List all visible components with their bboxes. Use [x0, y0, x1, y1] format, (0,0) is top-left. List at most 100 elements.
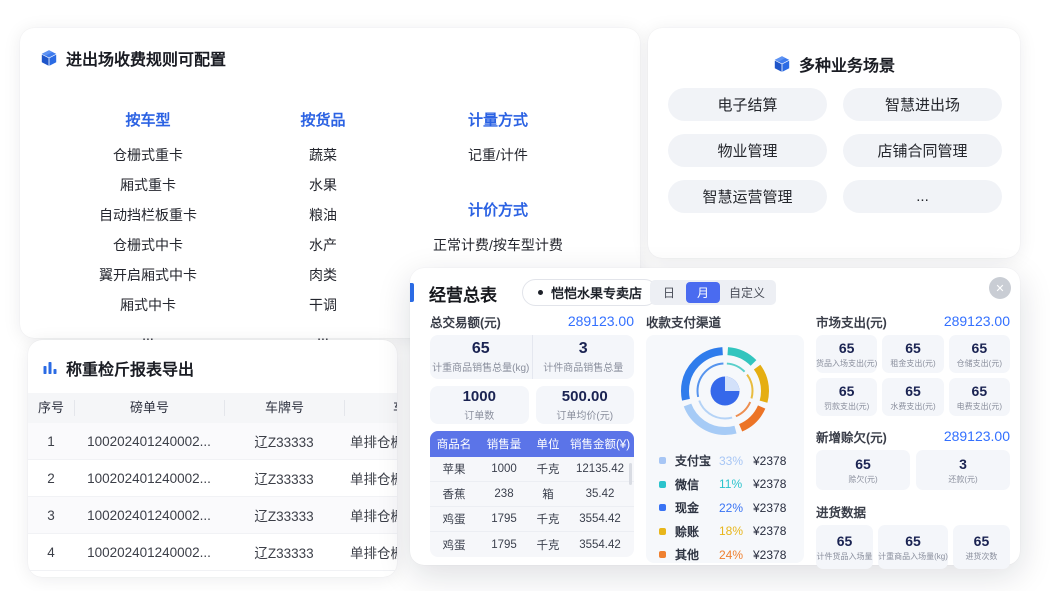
- stat-label: 计重商品销售总量(kg): [432, 359, 529, 374]
- table-row: 3 100202401240002... 辽Z33333 单排仓栅式: [28, 497, 397, 534]
- credit-value: 289123.00: [944, 428, 1010, 444]
- cell-index: 4: [28, 545, 74, 560]
- cell-product: 鸡蛋: [430, 537, 478, 553]
- bar-chart-icon: [42, 360, 58, 376]
- weighing-report-panel: 称重检斤报表导出 序号 磅单号 车牌号 车型 1 100202401240002…: [28, 340, 397, 577]
- rules-item: 干调: [258, 290, 388, 320]
- cell-unit: 千克: [530, 511, 566, 527]
- rules-item: 记重/计件: [406, 140, 590, 170]
- column-header: 商品名: [430, 436, 478, 452]
- weighing-report-table: 序号 磅单号 车牌号 车型 1 100202401240002... 辽Z333…: [28, 393, 397, 571]
- legend-name: 现金: [675, 499, 719, 516]
- stat-label: 计重商品入场量(kg): [878, 551, 948, 562]
- legend-name: 其他: [675, 546, 719, 563]
- stat-label: 赊欠(元): [848, 474, 877, 485]
- market-expense-cards: 65 货品入场支出(元) 65 租金支出(元) 65 仓储支出(元) 65 罚款…: [816, 335, 1010, 416]
- table-scrollbar[interactable]: [629, 463, 632, 485]
- legend-item-other: 其他 24% ¥2378: [659, 543, 791, 567]
- scenario-button-entry-exit[interactable]: 智慧进出场: [843, 88, 1002, 121]
- title-accent-bar: [410, 283, 414, 302]
- stat-label: 货品入场支出(元): [816, 358, 877, 369]
- stat-card: 65 货品入场支出(元): [816, 335, 877, 373]
- rules-column-header: 按车型: [58, 106, 238, 136]
- stat-card: 65 计件货品入场量: [816, 525, 873, 569]
- rules-item: 厢式重卡: [58, 170, 238, 200]
- legend-item-wechat: 微信 11% ¥2378: [659, 473, 791, 497]
- legend-marker: [659, 551, 666, 558]
- summary-title: 经营总表: [429, 281, 497, 306]
- cell-unit: 千克: [530, 537, 566, 553]
- cube-icon: [773, 55, 791, 73]
- store-selector[interactable]: 恺恺水果专卖店: [522, 279, 658, 306]
- legend-amount: ¥2378: [753, 477, 786, 491]
- table-row: 1 100202401240002... 辽Z33333 单排仓栅式: [28, 423, 397, 460]
- payment-donut-chart: [646, 338, 804, 444]
- stat-card: 65 租金支出(元): [882, 335, 943, 373]
- cell-plate-no: 辽Z33333: [224, 542, 344, 562]
- column-header: 销售金额(¥): [566, 436, 634, 452]
- legend-amount: ¥2378: [753, 524, 786, 538]
- summary-column-expenses: 市场支出(元) 289123.00 65 货品入场支出(元) 65 租金支出(元…: [816, 312, 1010, 569]
- channels-title: 收款支付渠道: [646, 312, 721, 331]
- cell-index: 3: [28, 508, 74, 523]
- cell-qty: 238: [478, 488, 530, 500]
- stat-value: 65: [972, 383, 988, 400]
- rules-item: 自动挡栏板重卡: [58, 200, 238, 230]
- stat-label: 租金支出(元): [890, 358, 935, 369]
- legend-name: 赊账: [675, 523, 719, 540]
- column-header: 序号: [28, 400, 74, 416]
- stat-value: 65: [839, 383, 855, 400]
- cell-plate-no: 辽Z33333: [224, 431, 344, 451]
- product-sales-table: 商品名 销售量 单位 销售金额(¥) 苹果 1000 千克 12135.42 香…: [430, 431, 634, 557]
- legend-name: 微信: [675, 476, 719, 493]
- stat-value: 65: [974, 533, 990, 550]
- market-expense-label: 市场支出(元): [816, 312, 887, 331]
- cell-vehicle-type: 单排仓栅式: [344, 431, 397, 451]
- stat-label: 计件货品入场量: [817, 551, 873, 562]
- sales-volume-card: 65 计重商品销售总量(kg) 3 计件商品销售总量: [430, 335, 634, 379]
- purchase-cards: 65 计件货品入场量 65 计重商品入场量(kg) 65 进货次数: [816, 525, 1010, 569]
- tab-month[interactable]: 月: [686, 282, 720, 303]
- weighing-report-title: 称重检斤报表导出: [28, 340, 397, 393]
- table-header-row: 序号 磅单号 车牌号 车型: [28, 393, 397, 423]
- cell-ticket-no: 100202401240002...: [74, 508, 224, 523]
- rules-section-header: 计量方式: [406, 106, 590, 136]
- tab-custom[interactable]: 自定义: [720, 282, 774, 303]
- cell-amount: 12135.42: [566, 463, 634, 475]
- legend-name: 支付宝: [675, 452, 719, 469]
- stat-label: 订单数: [464, 407, 494, 422]
- scenario-button-property[interactable]: 物业管理: [668, 134, 827, 167]
- scenario-button-more[interactable]: ...: [843, 180, 1002, 213]
- legend-amount: ¥2378: [753, 548, 786, 562]
- stat-card: 3 还款(元): [916, 450, 1010, 490]
- close-icon[interactable]: ✕: [989, 277, 1011, 299]
- stat-card: 65 水费支出(元): [882, 378, 943, 416]
- scenarios-panel: 多种业务场景 电子结算 智慧进出场 物业管理 店铺合同管理 智慧运营管理 ...: [648, 28, 1020, 258]
- stat-card: 65 赊欠(元): [816, 450, 910, 490]
- stat-label: 电费支出(元): [957, 401, 1002, 412]
- cell-ticket-no: 100202401240002...: [74, 434, 224, 449]
- weighing-report-title-text: 称重检斤报表导出: [66, 356, 194, 380]
- table-row: 鸡蛋 1795 千克 3554.42: [430, 507, 634, 532]
- scenario-button-operation[interactable]: 智慧运营管理: [668, 180, 827, 213]
- scenarios-title: 多种业务场景: [648, 28, 1020, 76]
- scenario-button-contract[interactable]: 店铺合同管理: [843, 134, 1002, 167]
- credit-cards: 65 赊欠(元) 3 还款(元): [816, 450, 1010, 490]
- cube-icon: [40, 49, 58, 67]
- payment-legend: 支付宝 33% ¥2378 微信 11% ¥2378 现金 22%: [646, 449, 804, 567]
- cell-amount: 3554.42: [566, 513, 634, 525]
- cell-vehicle-type: 单排仓栅式: [344, 505, 397, 525]
- order-average-card: 500.00 订单均价(元): [536, 386, 635, 424]
- tab-day[interactable]: 日: [652, 282, 686, 303]
- cell-vehicle-type: 单排仓栅式: [344, 542, 397, 562]
- table-header-row: 商品名 销售量 单位 销售金额(¥): [430, 431, 634, 457]
- rules-item: 正常计费/按车型计费: [406, 230, 590, 260]
- stat-label: 计件商品销售总量: [543, 359, 623, 374]
- scenario-button-settlement[interactable]: 电子结算: [668, 88, 827, 121]
- column-header: 磅单号: [74, 400, 224, 416]
- rules-item: 水产: [258, 230, 388, 260]
- stat-value: 65: [905, 533, 921, 550]
- total-transaction-value: 289123.00: [568, 313, 634, 329]
- cell-index: 1: [28, 434, 74, 449]
- cell-amount: 3554.42: [566, 539, 634, 551]
